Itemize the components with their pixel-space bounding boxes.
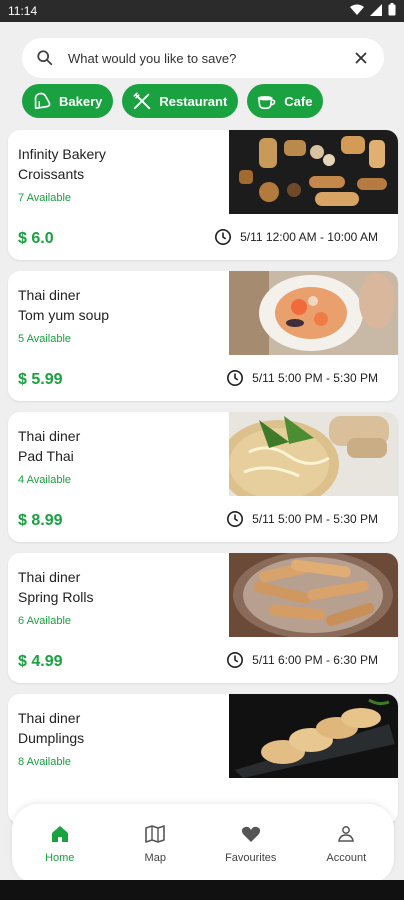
food-photo [229, 130, 398, 214]
listing-card[interactable]: Infinity Bakery Croissants 7 Available $… [8, 130, 398, 260]
store-name: Infinity Bakery [18, 146, 106, 162]
item-name: Tom yum soup [18, 307, 110, 323]
status-time: 11:14 [8, 4, 38, 18]
listing-card[interactable]: Thai diner Spring Rolls 6 Available $ 4.… [8, 553, 398, 683]
price: $ 8.99 [18, 512, 63, 529]
pickup-time: 5/11 5:00 PM - 5:30 PM [226, 510, 378, 528]
person-icon [338, 826, 355, 842]
price: $ 4.99 [18, 653, 63, 670]
nav-label: Favourites [225, 852, 277, 864]
pickup-time: 5/11 12:00 AM - 10:00 AM [214, 228, 378, 246]
chip-cafe[interactable]: Cafe [247, 84, 324, 118]
pickup-time-text: 5/11 12:00 AM - 10:00 AM [240, 230, 378, 244]
pickup-time: 5/11 6:00 PM - 6:30 PM [226, 651, 378, 669]
price: $ 6.0 [18, 230, 54, 247]
pickup-time: 5/11 5:00 PM - 5:30 PM [226, 369, 378, 387]
category-chips: Bakery Restaurant Cafe [22, 84, 324, 118]
chip-restaurant[interactable]: Restaurant [122, 84, 239, 118]
chip-label: Cafe [284, 93, 313, 109]
nav-map[interactable]: Map [108, 804, 204, 884]
nav-label: Map [144, 852, 166, 864]
wifi-icon [350, 4, 364, 19]
status-bar: 11:14 [0, 0, 404, 22]
chip-bakery[interactable]: Bakery [22, 84, 114, 118]
nav-home[interactable]: Home [12, 804, 108, 884]
clock-icon [227, 651, 244, 669]
bread-icon [34, 92, 51, 110]
nav-label: Account [326, 852, 367, 864]
app-screen: What would you like to save? Bakery Rest… [0, 22, 404, 884]
close-icon[interactable] [352, 49, 370, 67]
system-navigation-bar [0, 880, 404, 900]
pickup-time-text: 5/11 5:00 PM - 5:30 PM [252, 371, 378, 385]
food-photo [229, 271, 398, 355]
item-name: Dumplings [18, 730, 85, 746]
availability: 7 Available [18, 192, 72, 204]
pickup-time-text: 5/11 6:00 PM - 6:30 PM [252, 653, 378, 667]
utensils-icon [133, 92, 151, 110]
store-name: Thai diner [18, 428, 81, 444]
battery-icon [388, 3, 396, 19]
search-icon [37, 50, 53, 66]
store-name: Thai diner [18, 710, 81, 726]
search-bar[interactable]: What would you like to save? [22, 38, 384, 78]
chip-label: Bakery [59, 93, 103, 109]
food-photo [229, 694, 398, 778]
availability: 6 Available [18, 615, 72, 627]
food-photo [229, 412, 398, 496]
food-photo [229, 553, 398, 637]
map-icon [145, 825, 166, 843]
home-icon [51, 826, 68, 842]
clock-icon [227, 369, 244, 387]
nav-account[interactable]: Account [299, 804, 395, 884]
item-name: Croissants [18, 166, 85, 182]
bottom-navigation: Home Map Favourites Account [12, 804, 394, 884]
store-name: Thai diner [18, 569, 81, 585]
listing-card[interactable]: Thai diner Pad Thai 4 Available $ 8.99 5… [8, 412, 398, 542]
signal-icon [370, 3, 382, 19]
nav-favourites[interactable]: Favourites [203, 804, 299, 884]
clock-icon [215, 228, 232, 246]
coffee-cup-icon [258, 96, 276, 110]
clock-icon [227, 510, 244, 528]
chip-label: Restaurant [159, 93, 228, 109]
pickup-time-text: 5/11 5:00 PM - 5:30 PM [252, 512, 378, 526]
availability: 5 Available [18, 333, 72, 345]
nav-label: Home [45, 852, 75, 864]
item-name: Pad Thai [18, 448, 74, 464]
heart-icon [241, 826, 260, 842]
listing-card[interactable]: Thai diner Tom yum soup 5 Available $ 5.… [8, 271, 398, 401]
search-input[interactable]: What would you like to save? [68, 51, 352, 66]
item-name: Spring Rolls [18, 589, 94, 605]
price: $ 5.99 [18, 371, 63, 388]
availability: 4 Available [18, 474, 72, 486]
availability: 8 Available [18, 756, 72, 768]
store-name: Thai diner [18, 287, 81, 303]
